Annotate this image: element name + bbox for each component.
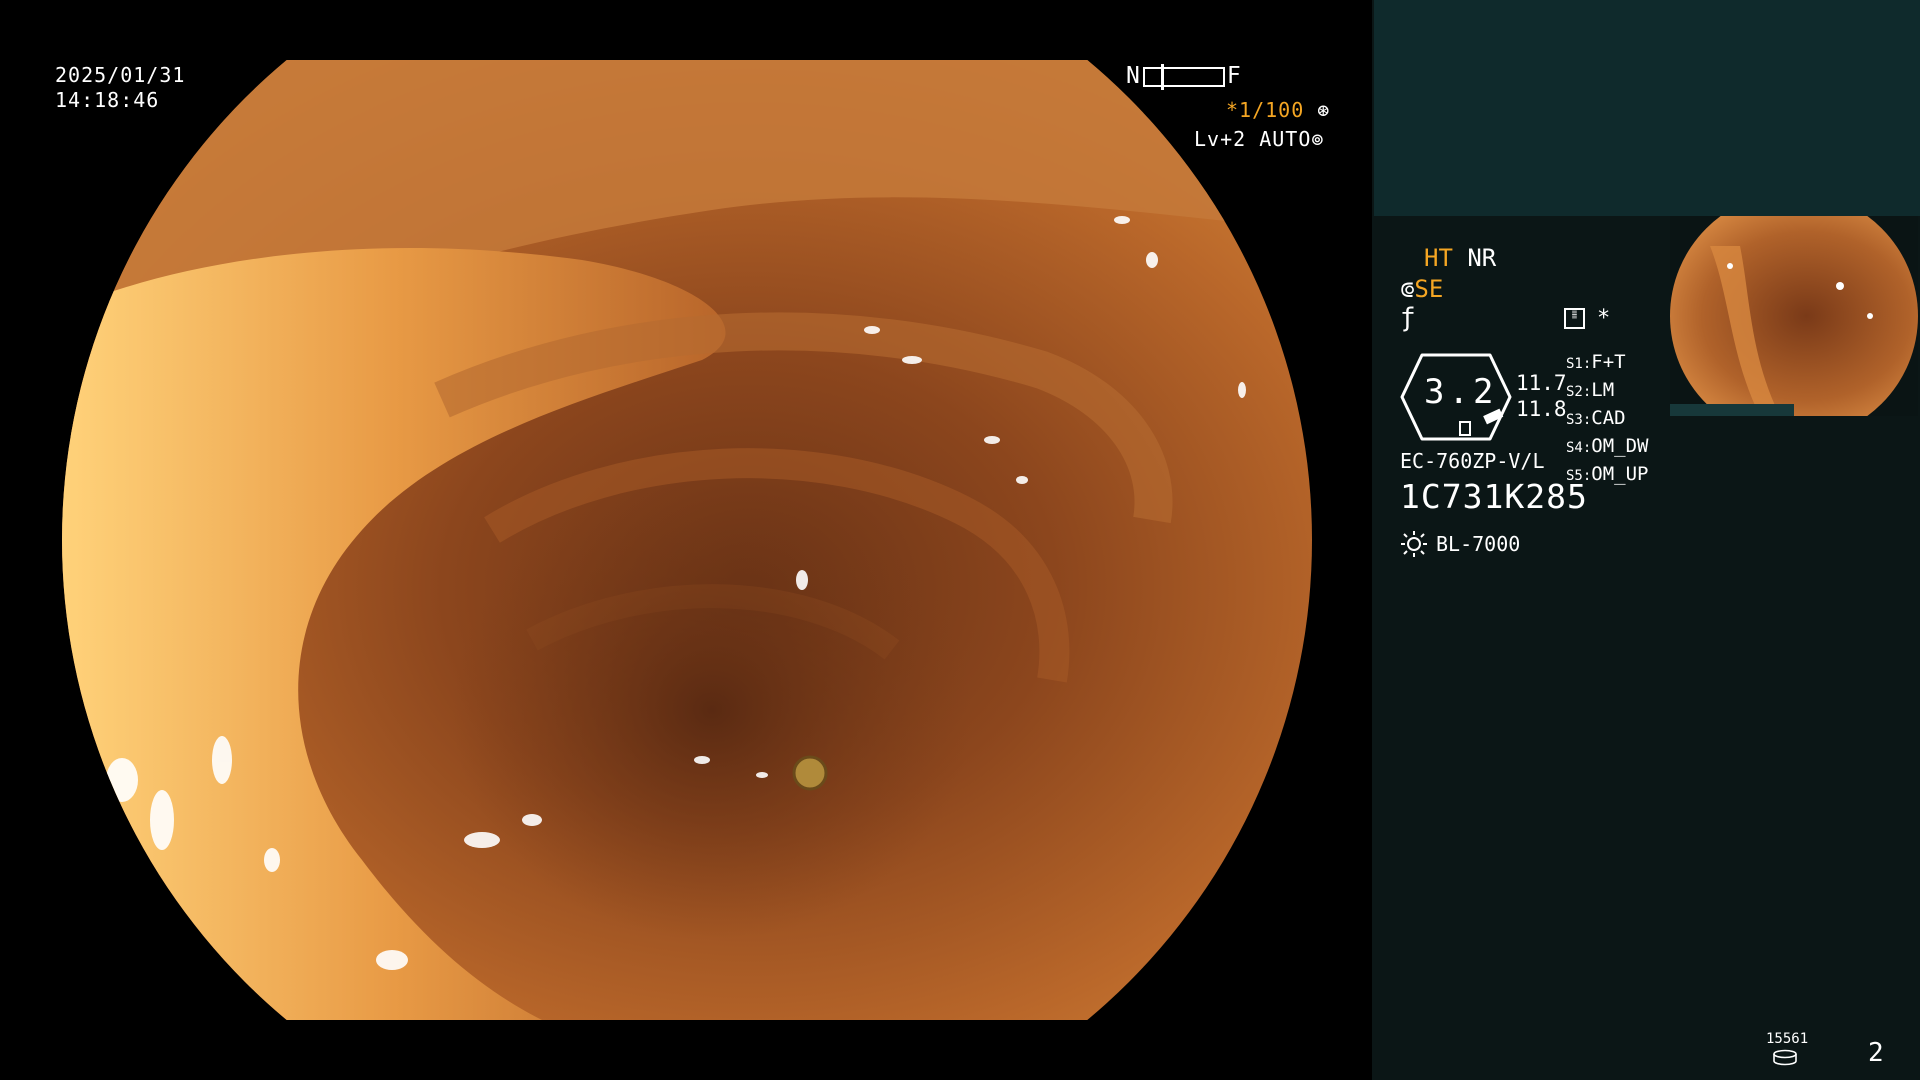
- se-flag: SE: [1414, 275, 1444, 303]
- switch-key: S1:: [1566, 356, 1592, 372]
- shutter-speed: *1/100 ⊛: [1226, 98, 1330, 123]
- light-source: BL-7000: [1400, 530, 1520, 558]
- switch-row: S1:F+T: [1566, 349, 1649, 377]
- switch-key: S2:: [1566, 384, 1592, 400]
- nr-flag: NR: [1467, 244, 1497, 272]
- iris-icon: ⊚: [1311, 127, 1325, 151]
- endoscopic-image: [62, 60, 1312, 1020]
- date-text: 2025/01/31: [55, 63, 186, 87]
- mode-icons: ≡ ≡ *: [1564, 306, 1610, 331]
- switch-key: S3:: [1566, 412, 1592, 428]
- processing-flags: HT NR: [1424, 243, 1496, 273]
- exposure-mode: Lv+2 AUTO⊚: [1194, 127, 1324, 152]
- scope-serial: 1C731K285: [1400, 477, 1588, 516]
- storage-icon: [1773, 1049, 1797, 1066]
- ht-flag: HT: [1424, 244, 1453, 272]
- time-text: 14:18:46: [55, 88, 160, 112]
- switch-value: LM: [1591, 379, 1615, 401]
- switch-value: CAD: [1591, 407, 1626, 429]
- focus-position-marker: [1160, 63, 1164, 90]
- aperture-icon: ⊛: [1317, 98, 1331, 122]
- date-time-display: 2025/01/31 14:18:46: [55, 63, 185, 113]
- shutter-speed-text: *1/100: [1226, 98, 1305, 122]
- switch-key: S4:: [1566, 440, 1592, 456]
- readout-value-2: 11.8: [1516, 397, 1567, 421]
- switch-value: OM_DW: [1591, 435, 1649, 457]
- panel-header-area: [1374, 0, 1920, 216]
- brightness-level: Lv+2: [1194, 127, 1247, 151]
- focus-indicator: N F: [1126, 63, 1242, 90]
- switch-value: OM_UP: [1591, 463, 1649, 485]
- freeze-thumbnail[interactable]: [1670, 216, 1918, 416]
- light-source-name: BL-7000: [1436, 532, 1521, 556]
- page-number: 2: [1868, 1038, 1884, 1068]
- scope-model: EC-760ZP-V/L: [1400, 449, 1545, 473]
- focus-far-label: F: [1226, 63, 1242, 89]
- switch-row: S3:CAD: [1566, 405, 1649, 433]
- enhancement-icon: ⟃: [1400, 275, 1415, 303]
- light-source-icon: [1401, 531, 1427, 557]
- readout-value-1: 11.7: [1516, 371, 1567, 395]
- focus-bar: [1142, 63, 1225, 90]
- switch-row: S2:LM: [1566, 377, 1649, 405]
- switch-value: F+T: [1591, 351, 1626, 373]
- structure-enhancement: ⟃SE: [1400, 274, 1443, 304]
- zoom-value: 3.2: [1424, 372, 1498, 412]
- readout-values: 11.7 11.8: [1516, 370, 1567, 422]
- focus-near-label: N: [1126, 63, 1141, 89]
- switch-assignments: S1:F+T S2:LM S3:CAD S4:OM_DW S5:OM_UP: [1566, 349, 1649, 489]
- exposure-mode-text: AUTO: [1259, 127, 1312, 151]
- image-count: 15561: [1766, 1031, 1809, 1047]
- thumbnail-indicator-bar: [1670, 404, 1794, 416]
- asterisk-flag: *: [1597, 306, 1611, 331]
- switch-row: S4:OM_DW: [1566, 433, 1649, 461]
- settings-list-icon: ≡ ≡: [1564, 308, 1585, 329]
- function-icon: ƒ: [1400, 303, 1416, 333]
